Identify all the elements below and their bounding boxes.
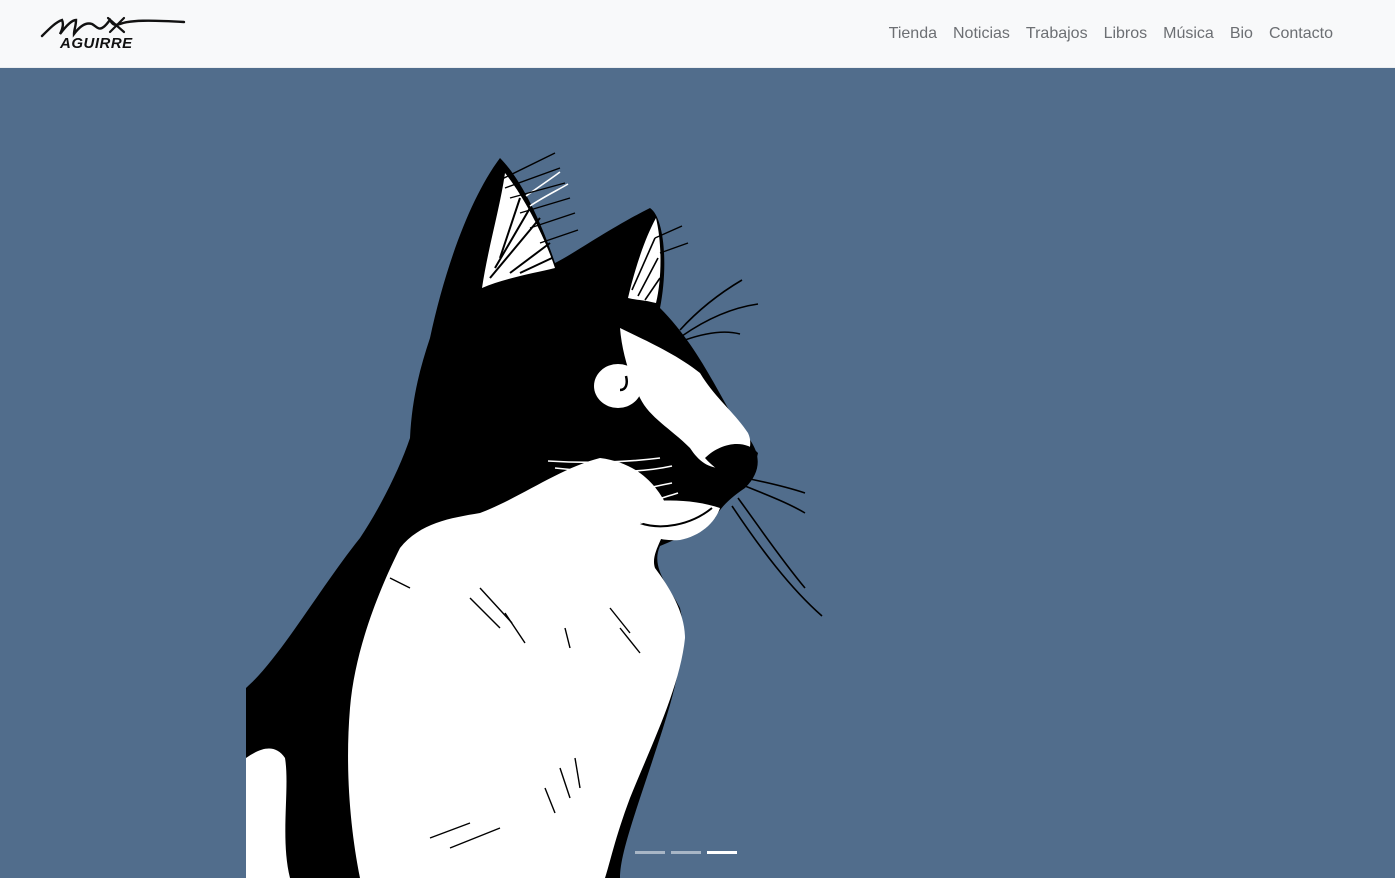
nav-item-libros[interactable]: Libros (1104, 26, 1148, 42)
nav-item-bio[interactable]: Bio (1230, 26, 1253, 42)
cat-illustration (0, 68, 1395, 878)
nav-item-musica[interactable]: Música (1163, 26, 1214, 42)
carousel-indicators (635, 851, 737, 854)
navbar: AGUIRRE Tienda Noticias Trabajos Libros … (0, 0, 1395, 68)
carousel-indicator-2[interactable] (671, 851, 701, 854)
svg-text:AGUIRRE: AGUIRRE (59, 35, 133, 52)
hero-carousel[interactable] (0, 68, 1395, 878)
nav-item-tienda[interactable]: Tienda (889, 26, 937, 42)
nav-item-contacto[interactable]: Contacto (1269, 26, 1333, 42)
brand-logo[interactable]: AGUIRRE (40, 14, 186, 54)
carousel-indicator-3[interactable] (707, 851, 737, 854)
carousel-indicator-1[interactable] (635, 851, 665, 854)
main-nav: Tienda Noticias Trabajos Libros Música B… (889, 0, 1333, 68)
nav-item-noticias[interactable]: Noticias (953, 26, 1010, 42)
nav-item-trabajos[interactable]: Trabajos (1026, 26, 1088, 42)
